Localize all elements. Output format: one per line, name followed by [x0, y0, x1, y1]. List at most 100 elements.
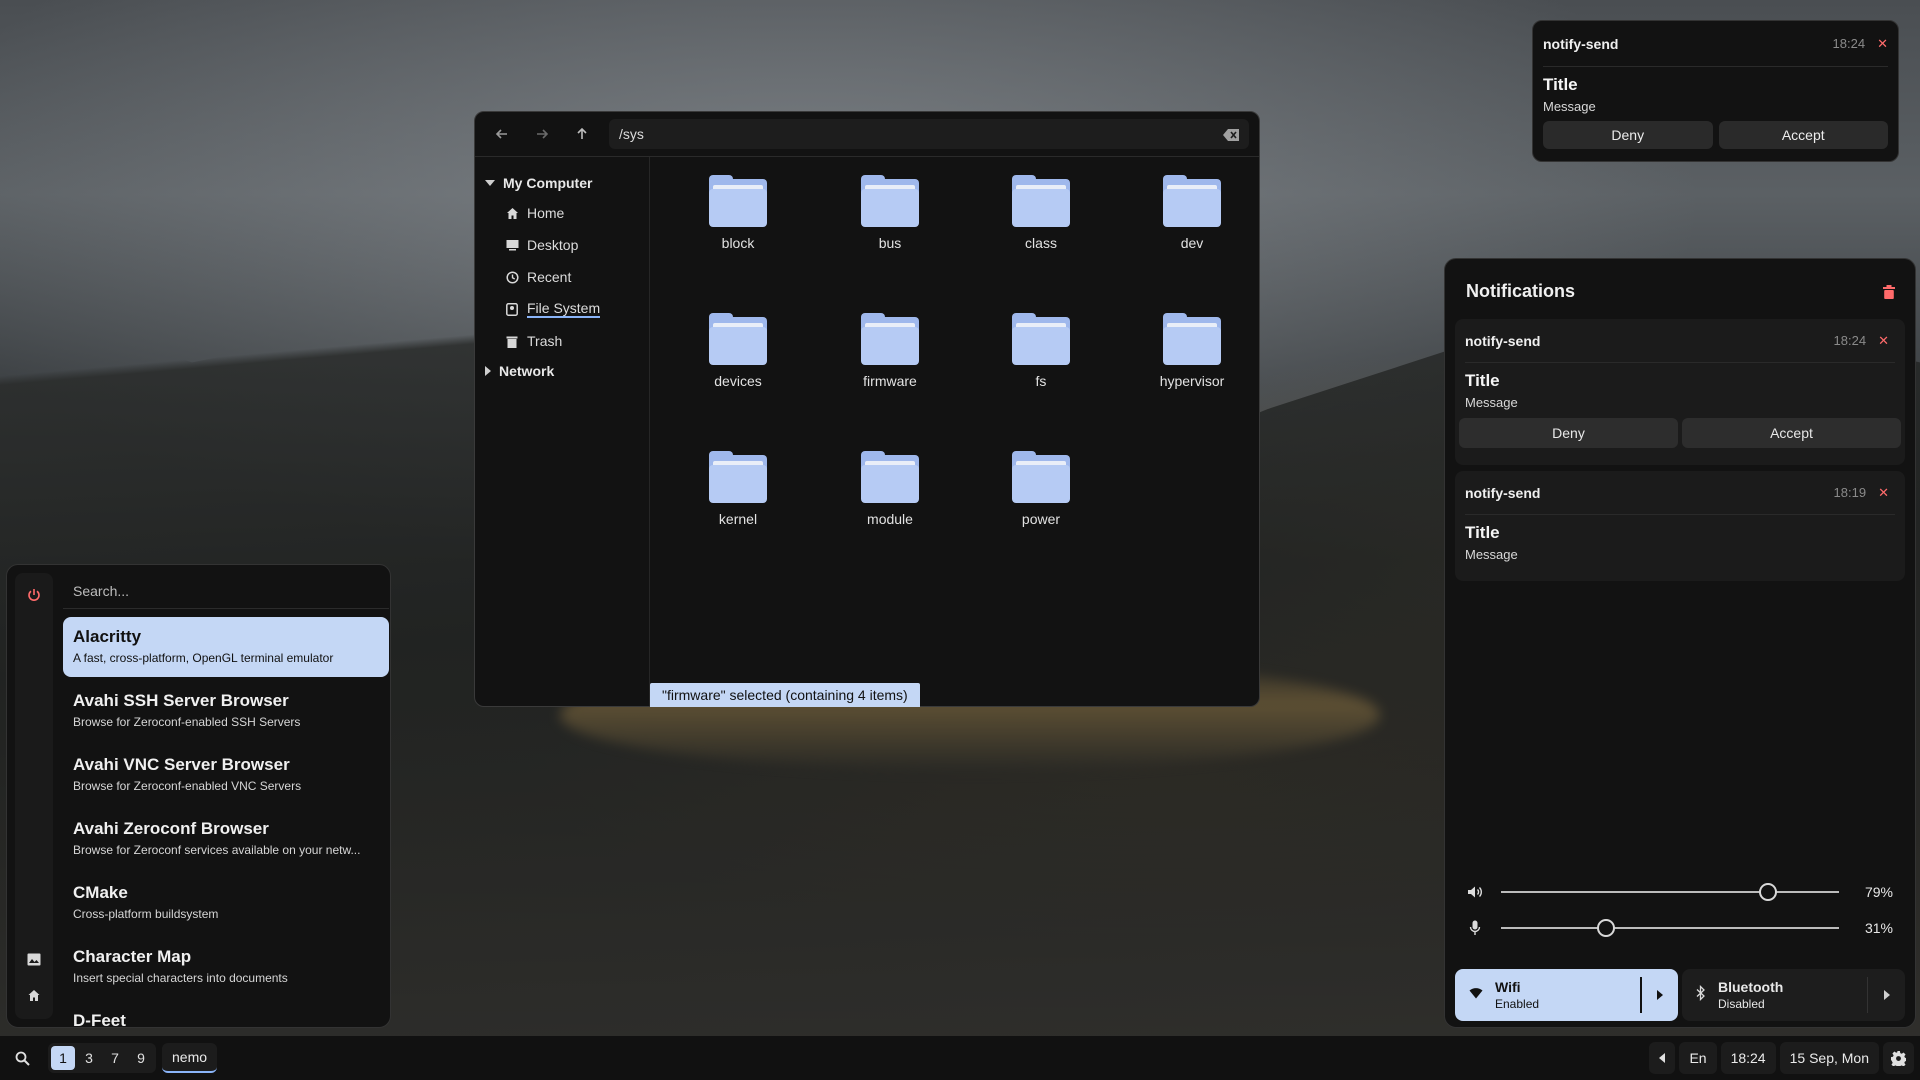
app-name: Avahi VNC Server Browser — [73, 755, 290, 774]
location-bar[interactable]: /sys — [609, 119, 1249, 149]
bluetooth-label: Bluetooth — [1718, 979, 1784, 995]
my-computer-section[interactable]: My Computer — [475, 169, 649, 197]
folder-item[interactable]: firmware — [830, 313, 950, 389]
sidebar-item-recent[interactable]: Recent — [475, 261, 649, 293]
folder-icon — [861, 313, 919, 365]
speaker-icon[interactable] — [1467, 884, 1483, 900]
folder-item[interactable]: hypervisor — [1132, 313, 1252, 389]
close-icon[interactable]: ✕ — [1877, 36, 1888, 52]
folder-item[interactable]: module — [830, 451, 950, 527]
folder-item[interactable]: devices — [678, 313, 798, 389]
app-description: Browse for Zeroconf-enabled SSH Servers — [73, 715, 301, 729]
search-button[interactable] — [6, 1042, 38, 1074]
app-list-item[interactable]: Avahi VNC Server Browser Browse for Zeroc… — [63, 745, 389, 805]
location-path: /sys — [619, 126, 644, 142]
accept-button[interactable]: Accept — [1718, 121, 1888, 149]
folder-icon — [1012, 175, 1070, 227]
folder-item[interactable]: dev — [1132, 175, 1252, 251]
volume-row: 79% — [1455, 874, 1905, 910]
bluetooth-menu-button[interactable] — [1867, 977, 1905, 1013]
close-icon[interactable]: ✕ — [1878, 333, 1889, 349]
workspace-button[interactable]: 7 — [103, 1046, 127, 1070]
keyboard-layout[interactable]: En — [1679, 1042, 1717, 1074]
folder-label: module — [867, 511, 913, 527]
workspace-button[interactable]: 9 — [129, 1046, 153, 1070]
close-icon[interactable]: ✕ — [1878, 485, 1889, 501]
back-button[interactable] — [485, 119, 519, 149]
notification-time: 18:24 — [1833, 333, 1867, 348]
clear-all-icon[interactable] — [1883, 284, 1895, 299]
sidebar-item-home[interactable]: Home — [475, 197, 649, 229]
launcher-rail — [15, 573, 53, 1019]
volume-slider-thumb[interactable] — [1759, 883, 1778, 901]
wifi-status: Enabled — [1495, 997, 1540, 1011]
app-name: CMake — [73, 883, 128, 902]
deny-button[interactable]: Deny — [1459, 418, 1678, 448]
mic-slider-thumb[interactable] — [1596, 919, 1615, 937]
app-list-item[interactable]: CMake Cross-platform buildsystem — [63, 873, 389, 933]
volume-slider[interactable] — [1501, 883, 1839, 901]
app-list-item[interactable]: D-Feet — [63, 1001, 389, 1027]
folder-item[interactable]: class — [981, 175, 1101, 251]
workspace-button[interactable]: 1 — [51, 1046, 75, 1070]
app-list-item[interactable]: Avahi Zeroconf Browser Browse for Zerocon… — [63, 809, 389, 869]
folder-icon — [861, 175, 919, 227]
chevron-right-icon — [1883, 990, 1890, 1000]
app-description: A fast, cross-platform, OpenGL terminal … — [73, 651, 334, 665]
arrow-up-icon — [577, 127, 587, 139]
deny-button[interactable]: Deny — [1543, 121, 1713, 149]
sidebar-item-desktop[interactable]: Desktop — [475, 229, 649, 261]
accept-button[interactable]: Accept — [1682, 418, 1901, 448]
app-description: Browse for Zeroconf-enabled VNC Servers — [73, 779, 302, 793]
workspace-button[interactable]: 3 — [77, 1046, 101, 1070]
folder-item[interactable]: bus — [830, 175, 950, 251]
sidebar-item-label: File System — [527, 300, 601, 318]
task-nemo[interactable]: nemo — [162, 1043, 218, 1073]
folder-label: dev — [1180, 235, 1204, 251]
folder-item[interactable]: block — [678, 175, 798, 251]
arrow-left-icon — [495, 129, 507, 139]
folder-icon — [709, 451, 767, 503]
tray-expand-button[interactable] — [1649, 1042, 1676, 1074]
app-list-item[interactable]: Alacritty A fast, cross-platform, OpenGL … — [63, 617, 389, 677]
folder-label: bus — [878, 235, 902, 251]
trash-icon — [505, 334, 519, 348]
bluetooth-toggle[interactable]: Bluetooth Disabled — [1682, 969, 1905, 1021]
notification-message: Message — [1465, 395, 1518, 410]
settings-button[interactable] — [1883, 1042, 1914, 1074]
folder-item[interactable]: fs — [981, 313, 1101, 389]
folder-item[interactable]: kernel — [678, 451, 798, 527]
date[interactable]: 15 Sep, Mon — [1779, 1042, 1879, 1074]
folder-label: class — [1025, 235, 1057, 251]
search-input[interactable] — [73, 582, 389, 599]
volume-percent: 79% — [1864, 884, 1893, 900]
wifi-icon — [1469, 986, 1483, 1004]
sidebar-item-file-system[interactable]: File System — [475, 293, 649, 325]
wifi-toggle[interactable]: Wifi Enabled — [1455, 969, 1678, 1021]
sidebar-item-label: Home — [527, 205, 565, 221]
clear-location-icon[interactable] — [1223, 128, 1239, 141]
wallpaper-button[interactable] — [15, 941, 53, 977]
folder-label: fs — [1035, 373, 1047, 389]
mic-slider[interactable] — [1501, 919, 1839, 937]
clock-icon — [505, 270, 519, 284]
up-button[interactable] — [565, 119, 599, 149]
wifi-menu-button[interactable] — [1640, 977, 1678, 1013]
notification-card: notify-send 18:19 ✕ Title Message — [1455, 471, 1905, 581]
microphone-icon[interactable] — [1467, 920, 1483, 936]
notification-center: Notifications notify-send 18:24 ✕ Title … — [1444, 258, 1916, 1028]
app-list-item[interactable]: Avahi SSH Server Browser Browse for Zeroc… — [63, 681, 389, 741]
quick-toggles: Wifi Enabled Bluetooth Disabled — [1455, 969, 1905, 1021]
forward-button[interactable] — [525, 119, 559, 149]
app-list-item[interactable]: Character Map Insert special characters i… — [63, 937, 389, 997]
home-button[interactable] — [15, 977, 53, 1013]
notification-title: Title — [1543, 75, 1578, 94]
power-button[interactable] — [15, 577, 53, 613]
notification-app: notify-send — [1543, 35, 1619, 52]
network-section[interactable]: Network — [475, 357, 649, 385]
clock[interactable]: 18:24 — [1720, 1042, 1776, 1074]
folder-item[interactable]: power — [981, 451, 1101, 527]
bluetooth-status: Disabled — [1718, 997, 1765, 1011]
sidebar-item-label: Trash — [527, 333, 563, 349]
sidebar-item-trash[interactable]: Trash — [475, 325, 649, 357]
